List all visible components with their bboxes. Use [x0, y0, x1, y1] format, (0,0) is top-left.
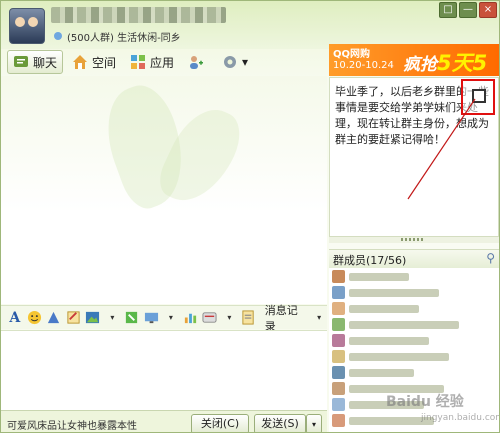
chevron-down-icon[interactable]: ▾ [311, 310, 327, 326]
chevron-down-icon[interactable]: ▾ [163, 310, 179, 326]
member-name-blurred [349, 304, 419, 313]
member-name-blurred [349, 320, 459, 329]
tab-apps-label: 应用 [150, 55, 175, 70]
member-avatar [332, 318, 345, 331]
format-toolbar: A ▾ ▾ ▾ 消息记录 ▾ [1, 304, 327, 333]
search-icon[interactable]: ⚲ [486, 251, 495, 265]
chevron-down-icon: ▾ [311, 420, 316, 429]
tab-space[interactable]: 空间 [67, 51, 121, 73]
group-subtitle: (500人群) 生活休闲-同乡 [67, 33, 181, 44]
chevron-down-icon[interactable]: ▾ [105, 310, 121, 326]
tab-chat-label: 聊天 [33, 55, 58, 70]
message-area[interactable] [1, 76, 327, 304]
watermark-url: jingyan.baidu.com [421, 413, 500, 423]
message-history-button[interactable]: 消息记录 [265, 302, 308, 334]
member-name-blurred [349, 368, 414, 377]
send-button[interactable]: 发送(S) [254, 414, 306, 432]
window-controls: □ — × [439, 2, 497, 18]
add-member-button[interactable] [183, 51, 213, 73]
send-options-button[interactable]: ▾ [306, 414, 322, 432]
restore-button[interactable]: □ [439, 2, 457, 18]
message-mode-icon[interactable] [202, 310, 218, 326]
image-icon[interactable] [85, 310, 101, 326]
tab-apps[interactable]: 应用 [125, 51, 179, 73]
member-name-blurred [349, 352, 449, 361]
member-row[interactable] [329, 349, 499, 364]
settings-button[interactable]: ▾ [217, 51, 253, 73]
member-row[interactable] [329, 317, 499, 332]
emoji-icon[interactable] [27, 310, 43, 326]
member-avatar [332, 414, 345, 427]
member-name-blurred [349, 288, 439, 297]
group-avatar[interactable] [9, 8, 45, 44]
drag-grip [401, 238, 425, 241]
member-name-blurred [349, 336, 429, 345]
add-user-icon [190, 56, 204, 69]
member-avatar [332, 366, 345, 379]
apps-grid-icon [131, 55, 146, 69]
member-row[interactable] [329, 285, 499, 300]
ad-slogan-num1: 5天 [437, 51, 473, 75]
minimize-button[interactable]: — [459, 2, 477, 18]
font-icon[interactable]: A [7, 310, 23, 326]
member-avatar [332, 350, 345, 363]
member-row[interactable] [329, 269, 499, 284]
member-avatar [332, 382, 345, 395]
watermark-logo: Baidu 经验 [386, 394, 464, 410]
qq-group-chat-window: (500人群) 生活休闲-同乡 □ — × QQ网购 10.20-10.24 疯… [0, 0, 500, 433]
house-icon [73, 55, 88, 69]
close-window-button[interactable]: × [479, 2, 497, 18]
tab-chat[interactable]: 聊天 [7, 50, 64, 74]
nudge-icon[interactable] [46, 310, 62, 326]
chevron-down-icon[interactable]: ▾ [222, 310, 238, 326]
member-row[interactable] [329, 333, 499, 348]
member-avatar [332, 398, 345, 411]
vote-chart-icon[interactable] [183, 310, 199, 326]
chat-icon [14, 56, 28, 67]
history-icon[interactable] [241, 310, 257, 326]
ad-slogan-prefix: 疯抢 [403, 55, 437, 75]
note-icon[interactable] [66, 310, 82, 326]
gear-icon [224, 56, 237, 68]
right-panel: 毕业季了，以后老乡群里的一些事情是要交给学弟学妹们来处理，现在转让群主身份，想成… [329, 77, 499, 432]
chevron-down-icon: ▾ [242, 55, 249, 69]
ad-title: QQ网购 [333, 49, 371, 60]
member-name-blurred [349, 272, 409, 281]
message-input[interactable] [1, 330, 327, 411]
close-button[interactable]: 关闭(C) [191, 414, 249, 432]
main-toolbar: 聊天 空间 应用 ▾ [7, 50, 253, 74]
member-row[interactable] [329, 301, 499, 316]
edit-announcement-button[interactable] [461, 79, 495, 115]
panel-splitter[interactable] [329, 237, 499, 243]
members-title: 群成员(17/56) [333, 254, 407, 267]
ad-slogan: 疯抢5天5夜 [403, 47, 499, 76]
screenshot-icon[interactable] [124, 310, 140, 326]
edit-icon [472, 89, 486, 103]
member-avatar [332, 302, 345, 315]
member-avatar [332, 286, 345, 299]
member-avatar [332, 270, 345, 283]
group-icon [54, 32, 62, 40]
bottom-bar: 可爱风床品让女神也暴露本性 关闭(C) 发送(S) ▾ [1, 410, 327, 432]
ad-tip-link[interactable]: 可爱风床品让女神也暴露本性 [7, 417, 137, 432]
member-avatar [332, 334, 345, 347]
members-header: 群成员(17/56) ⚲ [329, 249, 499, 269]
group-announcement: 毕业季了，以后老乡群里的一些事情是要交给学弟学妹们来处理，现在转让群主身份，想成… [329, 77, 499, 237]
group-name-blurred[interactable] [51, 7, 226, 23]
member-row[interactable] [329, 365, 499, 380]
ad-date: 10.20-10.24 [333, 60, 394, 71]
screen-share-icon[interactable] [144, 310, 160, 326]
ad-banner[interactable]: QQ网购 10.20-10.24 疯抢5天5夜 [329, 44, 499, 76]
tab-space-label: 空间 [92, 55, 117, 70]
chat-header: (500人群) 生活休闲-同乡 □ — × [1, 1, 499, 49]
